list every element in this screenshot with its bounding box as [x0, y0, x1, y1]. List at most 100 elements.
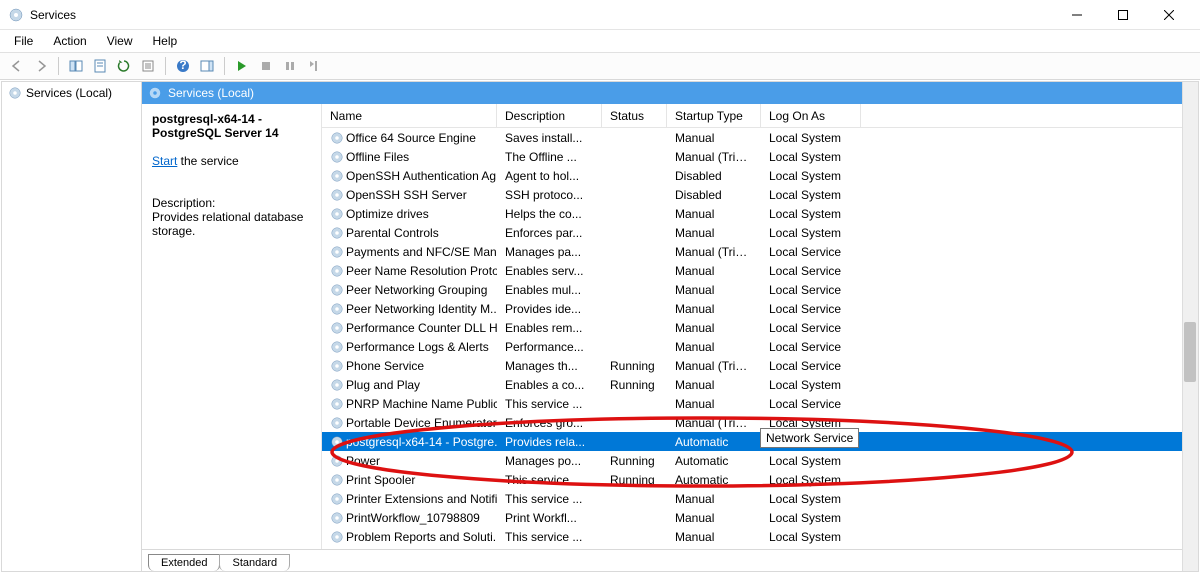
service-description: This service ... — [497, 492, 602, 506]
show-hide-tree-button[interactable] — [65, 55, 87, 77]
service-startup-type: Manual — [667, 207, 761, 221]
table-row[interactable]: OpenSSH SSH ServerSSH protoco...Disabled… — [322, 185, 1198, 204]
service-name: Phone Service — [346, 359, 424, 373]
service-name: Offline Files — [346, 150, 409, 164]
back-button — [6, 55, 28, 77]
export-list-button[interactable] — [137, 55, 159, 77]
menu-view[interactable]: View — [99, 32, 141, 50]
table-row[interactable]: Plug and PlayEnables a co...RunningManua… — [322, 375, 1198, 394]
service-log-on-as: Local Service — [761, 245, 861, 259]
table-row[interactable]: Performance Counter DLL H...Enables rem.… — [322, 318, 1198, 337]
start-service-button[interactable] — [231, 55, 253, 77]
close-button[interactable] — [1146, 0, 1192, 30]
service-description: Enforces par... — [497, 226, 602, 240]
start-service-link[interactable]: Start — [152, 154, 177, 168]
service-list[interactable]: Office 64 Source EngineSaves install...M… — [322, 128, 1198, 549]
column-description[interactable]: Description — [497, 104, 602, 127]
table-row[interactable]: Printer Extensions and Notifi...This ser… — [322, 489, 1198, 508]
help-button[interactable]: ? — [172, 55, 194, 77]
column-name[interactable]: Name — [322, 104, 497, 127]
table-row[interactable]: Payments and NFC/SE Mana...Manages pa...… — [322, 242, 1198, 261]
tab-standard[interactable]: Standard — [219, 554, 290, 571]
service-log-on-as: Local Service — [761, 302, 861, 316]
table-row[interactable]: PrintWorkflow_10798809Print Workfl...Man… — [322, 508, 1198, 527]
gear-icon — [330, 131, 344, 145]
service-startup-type: Manual (Trigg... — [667, 359, 761, 373]
service-log-on-as: Local Service — [761, 397, 861, 411]
tab-extended[interactable]: Extended — [148, 554, 220, 571]
toolbar: ? — [0, 52, 1200, 80]
service-description: Performance... — [497, 340, 602, 354]
table-row[interactable]: Peer Name Resolution Proto...Enables ser… — [322, 261, 1198, 280]
table-row[interactable]: Office 64 Source EngineSaves install...M… — [322, 128, 1198, 147]
table-row[interactable]: Performance Logs & Alerts Performance... M… — [322, 337, 1198, 356]
service-log-on-as: Local System — [761, 416, 861, 430]
gear-icon — [330, 302, 344, 316]
show-hide-action-pane-button[interactable] — [196, 55, 218, 77]
menu-file[interactable]: File — [6, 32, 41, 50]
service-startup-type: Manual — [667, 264, 761, 278]
table-row[interactable]: Parental ControlsEnforces par...ManualLo… — [322, 223, 1198, 242]
service-description: Agent to hol... — [497, 169, 602, 183]
table-row[interactable]: postgresql-x64-14 - Postgre...Provides r… — [322, 432, 1198, 451]
service-name: Printer Extensions and Notifi... — [346, 492, 497, 506]
scrollbar-thumb[interactable] — [1184, 322, 1196, 382]
service-startup-type: Manual — [667, 283, 761, 297]
table-row[interactable]: Portable Device Enumerator ...Enforces g… — [322, 413, 1198, 432]
gear-icon — [330, 226, 344, 240]
extended-detail: postgresql-x64-14 - PostgreSQL Server 14… — [142, 104, 322, 549]
gear-icon — [330, 264, 344, 278]
stop-service-button — [255, 55, 277, 77]
service-name: PrintWorkflow_10798809 — [346, 511, 480, 525]
svg-text:?: ? — [179, 59, 186, 72]
service-startup-type: Manual — [667, 378, 761, 392]
service-description: This service ... — [497, 530, 602, 544]
column-log-on-as[interactable]: Log On As — [761, 104, 861, 127]
minimize-button[interactable] — [1054, 0, 1100, 30]
vertical-scrollbar[interactable] — [1182, 82, 1198, 571]
service-name: Performance Logs & Alerts — [346, 340, 489, 354]
gear-icon — [148, 86, 162, 100]
column-status[interactable]: Status — [602, 104, 667, 127]
table-row[interactable]: OpenSSH Authentication Ag...Agent to hol… — [322, 166, 1198, 185]
service-startup-type: Manual — [667, 397, 761, 411]
pane-header: Services (Local) — [142, 82, 1198, 104]
service-status: Running — [602, 378, 667, 392]
menu-help[interactable]: Help — [145, 32, 186, 50]
service-description: Enables a co... — [497, 378, 602, 392]
gear-icon — [330, 150, 344, 164]
service-log-on-as: Local System — [761, 378, 861, 392]
service-startup-type: Manual — [667, 302, 761, 316]
table-row[interactable]: Problem Reports and Soluti...This servic… — [322, 527, 1198, 546]
table-row[interactable]: Phone ServiceManages th...RunningManual … — [322, 356, 1198, 375]
service-log-on-as: Local System — [761, 530, 861, 544]
service-log-on-as: Local Service — [761, 283, 861, 297]
gear-icon — [330, 207, 344, 221]
console-tree[interactable]: Services (Local) — [2, 82, 142, 571]
service-startup-type: Automatic — [667, 435, 761, 449]
table-row[interactable]: Peer Networking Identity M...Provides id… — [322, 299, 1198, 318]
table-row[interactable]: PNRP Machine Name Public...This service … — [322, 394, 1198, 413]
start-suffix: the service — [177, 154, 238, 168]
table-row[interactable]: PowerManages po...RunningAutomaticLocal … — [322, 451, 1198, 470]
column-startup-type[interactable]: Startup Type — [667, 104, 761, 127]
service-startup-type: Manual — [667, 340, 761, 354]
service-log-on-as: Local System — [761, 207, 861, 221]
service-name: Print Spooler — [346, 473, 415, 487]
gear-icon — [8, 86, 22, 100]
properties-button[interactable] — [89, 55, 111, 77]
gear-icon — [330, 397, 344, 411]
maximize-button[interactable] — [1100, 0, 1146, 30]
service-log-on-as: Local System — [761, 473, 861, 487]
service-status: Running — [602, 473, 667, 487]
table-row[interactable]: Offline FilesThe Offline ...Manual (Trig… — [322, 147, 1198, 166]
table-row[interactable]: Optimize drivesHelps the co...ManualLoca… — [322, 204, 1198, 223]
main-split: Services (Local) Services (Local) postgr… — [1, 81, 1199, 572]
services-app-icon — [8, 7, 24, 23]
table-row[interactable]: Peer Networking GroupingEnables mul...Ma… — [322, 280, 1198, 299]
table-row[interactable]: Print SpoolerThis service ...RunningAuto… — [322, 470, 1198, 489]
gear-icon — [330, 188, 344, 202]
refresh-button[interactable] — [113, 55, 135, 77]
tree-root-services-local[interactable]: Services (Local) — [2, 82, 141, 104]
menu-action[interactable]: Action — [45, 32, 94, 50]
